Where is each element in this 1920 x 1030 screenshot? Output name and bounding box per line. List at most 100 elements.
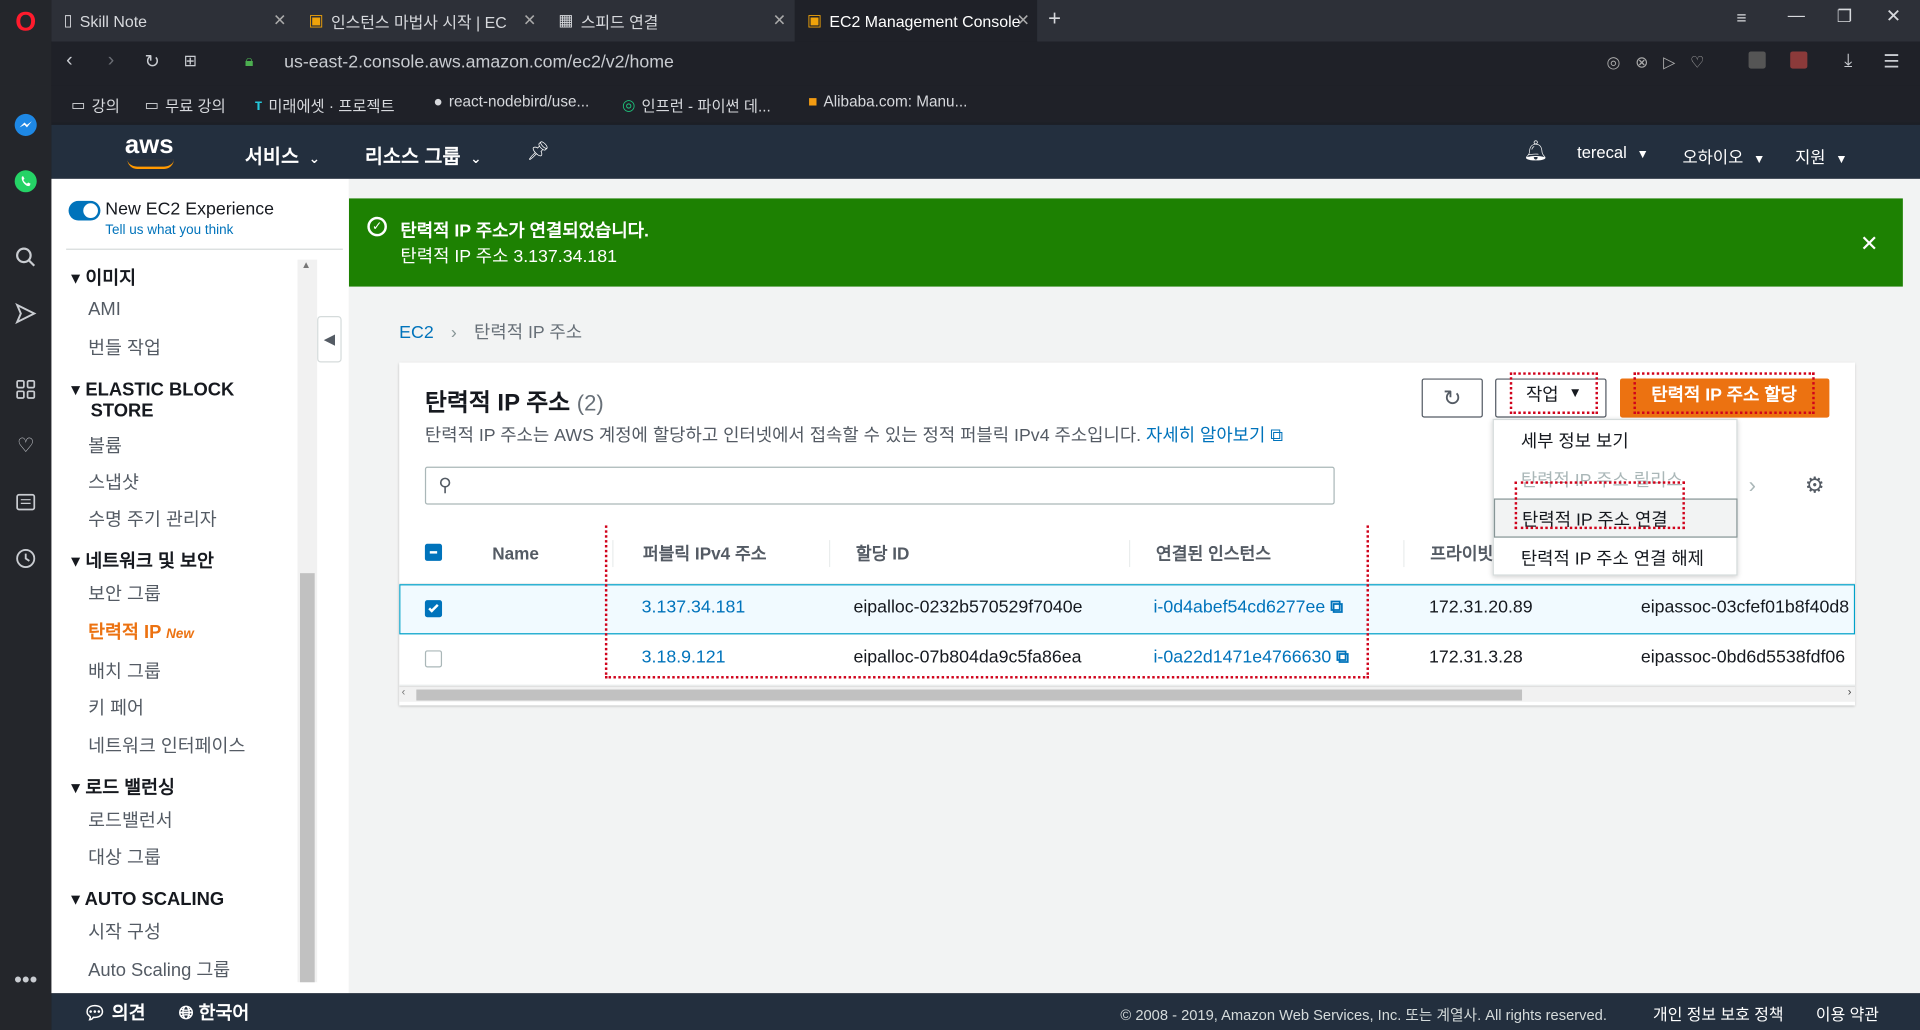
close-tab-icon[interactable]: ✕ (773, 11, 786, 31)
easy-setup-icon[interactable]: ☰ (1883, 50, 1899, 72)
nav-item-security-groups[interactable]: 보안 그룹 (88, 581, 161, 607)
tab-instance-wizard[interactable]: ▣ 인스턴스 마법사 시작 | EC ✕ (296, 0, 543, 42)
settings-gear-icon[interactable]: ⚙ (1805, 473, 1825, 499)
column-header-private-ip[interactable]: 프라이빗 (1430, 523, 1493, 584)
row-checkbox[interactable] (424, 650, 443, 668)
forward-icon[interactable]: › (108, 50, 115, 72)
services-menu[interactable]: 서비스 ⌄ (245, 140, 320, 169)
nav-item-network-interfaces[interactable]: 네트워크 인터페이스 (88, 732, 245, 758)
nav-section-load-balancing[interactable]: ▾ 로드 밸런싱 (71, 774, 175, 800)
language-selector[interactable]: 🌐︎ 한국어 (179, 999, 250, 1025)
nav-section-network-security[interactable]: ▾ 네트워크 및 보안 (71, 547, 214, 573)
nav-item-volumes[interactable]: 볼륨 (88, 432, 122, 458)
address-bar-tools[interactable]: ◎⊗▷♡ (1607, 53, 1720, 73)
terms-link[interactable]: 이용 약관 (1816, 1002, 1879, 1025)
bookmark-item[interactable]: ᴛ 미래에셋 · 프로젝트 (255, 93, 395, 116)
menu-item-disassociate-ip[interactable]: 탄력적 IP 주소 연결 해제 (1494, 538, 1738, 577)
bookmark-folder[interactable]: ▭ 강의 (71, 93, 120, 116)
search-icon[interactable] (11, 242, 40, 271)
table-horizontal-scrollbar[interactable]: ‹ › (399, 685, 1856, 702)
account-menu[interactable]: terecal ▼ (1577, 143, 1649, 161)
collapse-nav-button[interactable]: ◀ (317, 315, 342, 363)
nav-item-bundle-tasks[interactable]: 번들 작업 (88, 334, 161, 360)
search-input[interactable]: ⚲ (424, 466, 1335, 505)
privacy-link[interactable]: 개인 정보 보호 정책 (1653, 1002, 1783, 1025)
nav-item-snapshots[interactable]: 스냅샷 (88, 469, 139, 495)
heart-icon[interactable]: ♡ (11, 431, 40, 460)
region-menu[interactable]: 오하이오 ▼ (1682, 143, 1765, 167)
breadcrumb-ec2[interactable]: EC2 (399, 323, 434, 343)
close-window-icon[interactable]: ✕ (1886, 5, 1901, 27)
support-menu[interactable]: 지원 ▼ (1795, 143, 1847, 167)
close-tab-icon[interactable]: ✕ (1016, 11, 1029, 31)
nav-item-key-pairs[interactable]: 키 페어 (88, 694, 144, 720)
breadcrumb: EC2 › 탄력적 IP 주소 (399, 318, 582, 344)
aws-top-nav: aws 서비스 ⌄ 리소스 그룹 ⌄ 📌︎ 🔔︎ terecal ▼ 오하이오 ▼ 지원… (51, 124, 1920, 179)
tab-ec2-console[interactable]: ▣ EC2 Management Console ✕ (794, 0, 1038, 42)
panel-count: (2) (576, 390, 604, 416)
dismiss-icon[interactable]: ✕ (1860, 233, 1878, 255)
bookmark-item[interactable]: ● react-nodebird/use... (433, 93, 589, 110)
news-icon[interactable] (11, 487, 40, 516)
tab-skill-note[interactable]: ▯ Skill Note ✕ (51, 0, 293, 42)
actions-button-label[interactable]: 작업 ▼ (1509, 372, 1598, 414)
bookmark-folder[interactable]: ▭ 무료 강의 (144, 93, 225, 116)
new-tab-icon[interactable]: + (1048, 6, 1061, 32)
row-private-ip: 172.31.3.28 (1428, 647, 1523, 668)
select-all-checkbox[interactable] (424, 543, 443, 561)
back-icon[interactable]: ‹ (66, 50, 73, 72)
tab-speed-dial[interactable]: ▦ 스피드 연결 ✕ (546, 0, 793, 42)
download-icon[interactable]: ⤓ (1844, 50, 1852, 71)
nav-item-auto-scaling-groups[interactable]: Auto Scaling 그룹 (88, 957, 230, 983)
tab-menu-icon[interactable]: ≡ (1736, 7, 1746, 27)
nav-item-placement-groups[interactable]: 배치 그룹 (88, 658, 161, 684)
messenger-icon[interactable] (11, 110, 40, 139)
column-header-name[interactable]: Name (492, 523, 539, 584)
row-private-ip: 172.31.20.89 (1428, 597, 1533, 618)
bell-icon[interactable]: 🔔︎ (1523, 138, 1548, 162)
extension-icon[interactable] (1790, 51, 1808, 69)
bookmark-item[interactable]: ■ Alibaba.com: Manu... (808, 93, 967, 110)
refresh-button[interactable]: ↻ (1421, 378, 1483, 418)
feedback-link[interactable]: Tell us what you think (105, 223, 233, 238)
opera-logo-icon[interactable]: O (11, 6, 40, 37)
nav-section-ebs[interactable]: ▾ ELASTIC BLOCK (71, 378, 234, 401)
restore-icon[interactable]: ❐ (1837, 6, 1852, 27)
close-tab-icon[interactable]: ✕ (523, 11, 536, 31)
reload-icon[interactable]: ↻ (144, 50, 159, 72)
ec2-side-nav: New EC2 Experience Tell us what you thin… (51, 178, 349, 994)
nav-section-images[interactable]: ▾ 이미지 (71, 265, 136, 291)
bookmark-item[interactable]: ◎ 인프런 - 파이썬 데... (622, 93, 771, 116)
console-footer: 💬︎ 의견 🌐︎ 한국어 © 2008 - 2019, Amazon Web S… (51, 993, 1920, 1030)
resource-groups-menu[interactable]: 리소스 그룹 ⌄ (365, 140, 482, 169)
next-page-icon[interactable]: › (1749, 473, 1756, 499)
nav-item-load-balancers[interactable]: 로드밸런서 (88, 807, 173, 833)
speed-dial-icon[interactable]: ⊞ (184, 51, 197, 71)
send-icon[interactable] (11, 299, 40, 328)
nav-item-lifecycle-manager[interactable]: 수명 주기 관리자 (88, 506, 216, 532)
nav-item-target-groups[interactable]: 대상 그룹 (88, 844, 161, 870)
nav-item-launch-configurations[interactable]: 시작 구성 (88, 919, 161, 945)
allocate-ip-button-label[interactable]: 탄력적 IP 주소 할당 (1633, 372, 1815, 414)
url-field[interactable]: us-east-2.console.aws.amazon.com/ec2/v2/… (284, 53, 674, 73)
nav-section-auto-scaling[interactable]: ▾ AUTO SCALING (71, 888, 224, 910)
learn-more-link[interactable]: 자세히 알아보기 ⧉ (1146, 426, 1283, 446)
whatsapp-icon[interactable] (11, 167, 40, 196)
speed-dial-icon[interactable] (11, 375, 40, 404)
close-tab-icon[interactable]: ✕ (273, 11, 286, 31)
history-icon[interactable] (11, 544, 40, 573)
nav-scrollbar[interactable]: ▲ (297, 259, 318, 983)
aws-logo[interactable]: aws (125, 131, 174, 160)
nav-item-elastic-ip[interactable]: 탄력적 IP New (88, 618, 194, 644)
folder-icon: ▭ (144, 96, 159, 114)
minimize-icon[interactable]: — (1788, 5, 1805, 25)
flash-title: 탄력적 IP 주소가 연결되었습니다. (400, 221, 649, 242)
menu-item-view-details[interactable]: 세부 정보 보기 (1494, 420, 1738, 459)
feedback-button[interactable]: 💬︎ 의견 (83, 999, 145, 1025)
extension-icon[interactable] (1748, 51, 1766, 69)
more-icon[interactable]: ••• (11, 965, 40, 994)
pin-icon[interactable]: 📌︎ (527, 140, 550, 162)
new-experience-toggle[interactable] (68, 200, 101, 221)
row-checkbox[interactable] (424, 600, 443, 618)
nav-item-ami[interactable]: AMI (88, 299, 121, 320)
